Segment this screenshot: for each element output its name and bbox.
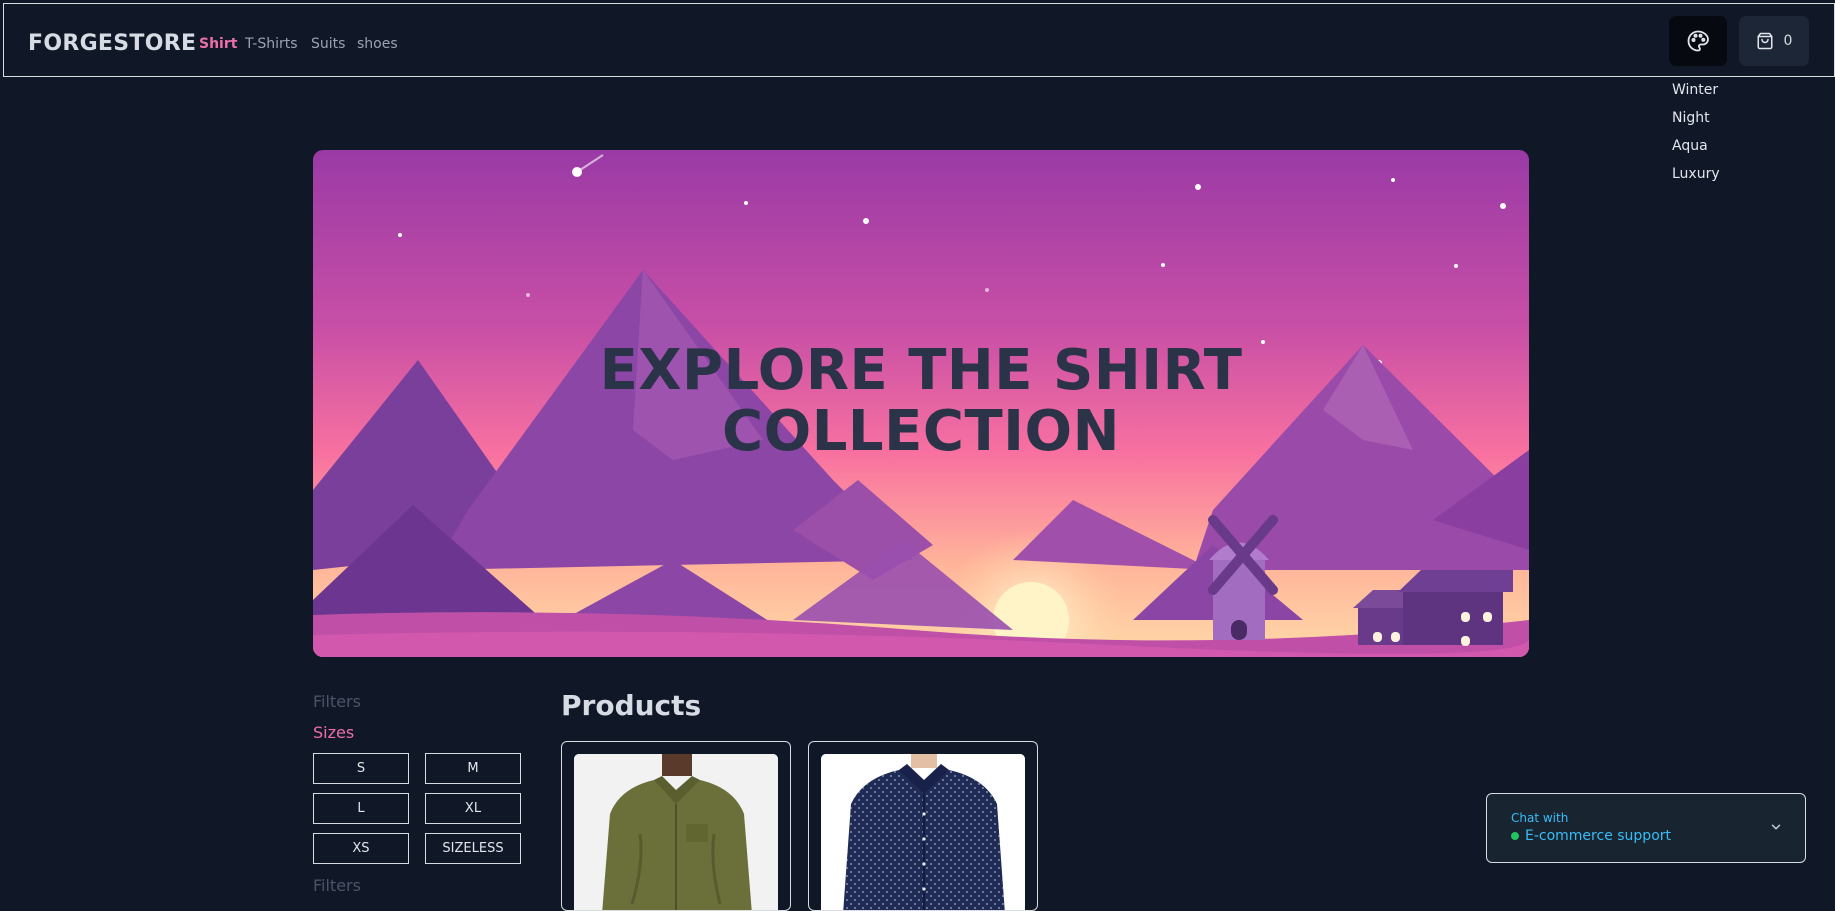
online-status-dot [1511,832,1519,840]
nav-link-suits[interactable]: Suits [311,36,345,52]
theme-switcher-button[interactable] [1669,16,1727,66]
theme-option-aqua[interactable]: Aqua [1668,136,1835,164]
shopping-bag-icon [1757,32,1773,50]
chat-support-name: E-commerce support [1511,828,1671,844]
size-option-l[interactable]: L [313,793,409,824]
chat-with-label: Chat with [1511,811,1569,825]
navy-shirt-image [821,754,1025,910]
theme-option-winter[interactable]: Winter [1668,80,1835,108]
theme-dropdown-menu: Winter Night Aqua Luxury [1668,80,1835,192]
product-card[interactable] [561,741,791,911]
size-option-m[interactable]: M [425,753,521,784]
product-card[interactable] [808,741,1038,911]
hero-banner: EXPLORE THE SHIRT COLLECTION [313,150,1529,657]
cart-button[interactable]: 0 [1739,16,1809,66]
product-image [821,754,1025,910]
brand-logo[interactable]: FORGESTORE [28,31,196,56]
olive-shirt-image [574,754,778,910]
nav-link-shirt[interactable]: Shirt [199,36,237,52]
size-option-sizeless[interactable]: SIZELESS [425,833,521,864]
product-image [574,754,778,910]
nav-link-t-shirts[interactable]: T-Shirts [245,36,298,52]
size-option-xs[interactable]: XS [313,833,409,864]
hero-title-line-1: EXPLORE THE SHIRT [599,338,1243,403]
palette-icon [1687,30,1709,52]
hero-title-line-2: COLLECTION [722,399,1120,464]
products-heading: Products [561,689,702,722]
top-navbar: FORGESTORE Shirt T-Shirts Suits shoes [3,3,1835,77]
filters-heading-secondary: Filters [313,876,361,895]
chat-support-label: E-commerce support [1525,828,1672,844]
size-option-s[interactable]: S [313,753,409,784]
theme-option-luxury[interactable]: Luxury [1668,164,1835,192]
cart-count: 0 [1783,33,1793,49]
nav-link-shoes[interactable]: shoes [357,36,398,52]
filters-heading: Filters [313,692,361,711]
sizes-heading: Sizes [313,723,355,742]
chat-widget[interactable]: Chat with E-commerce support [1486,793,1806,863]
hero-title: EXPLORE THE SHIRT COLLECTION [313,340,1529,462]
chevron-down-icon[interactable] [1769,820,1783,834]
size-option-xl[interactable]: XL [425,793,521,824]
theme-option-night[interactable]: Night [1668,108,1835,136]
